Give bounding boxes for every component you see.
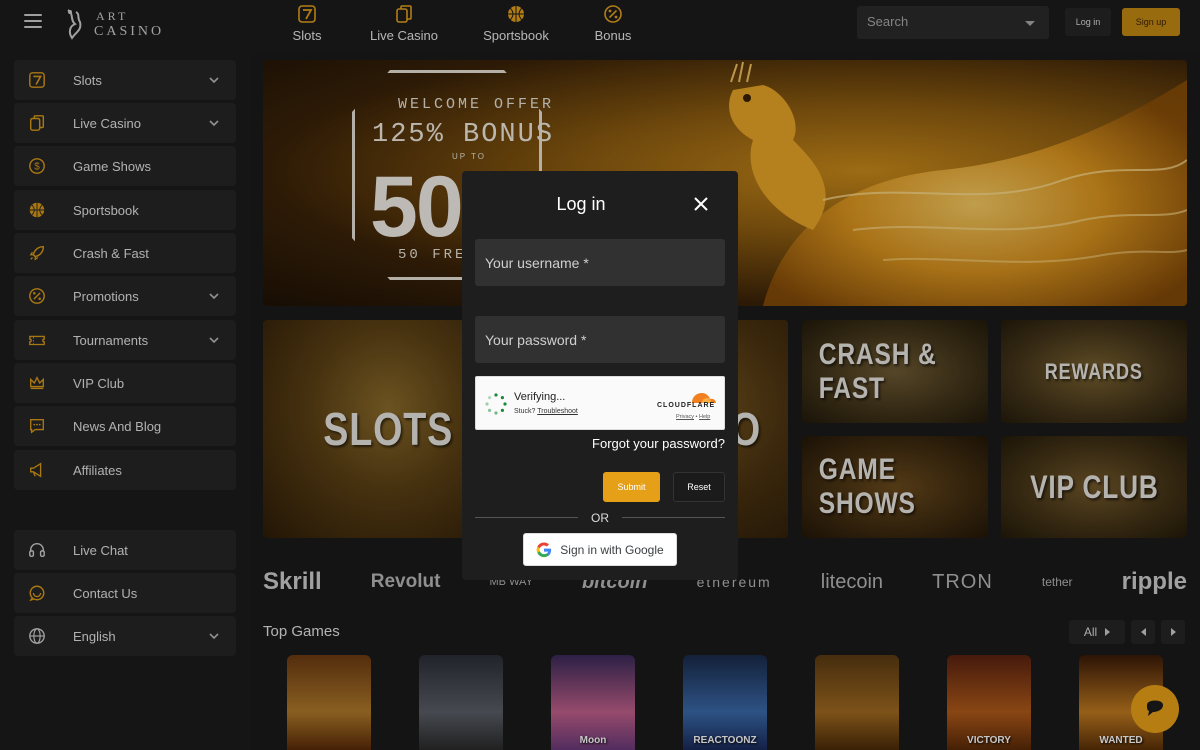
or-separator: OR [591,511,609,525]
google-icon [536,541,552,557]
captcha-help-link[interactable]: Help [699,414,710,420]
submit-button[interactable]: Submit [603,472,660,502]
close-icon[interactable] [692,195,710,213]
divider [622,517,725,518]
google-signin-button[interactable]: Sign in with Google [523,533,677,566]
login-modal: Log in Verifying... Stuck? Troubleshoot … [462,171,738,580]
cloudflare-brand: CLOUDFLARE [657,402,716,409]
google-signin-label: Sign in with Google [560,542,664,557]
cloudflare-captcha[interactable]: Verifying... Stuck? Troubleshoot CLOUDFL… [475,376,725,430]
modal-title: Log in [556,194,606,214]
forgot-password-link[interactable]: Forgot your password? [592,436,725,451]
username-field[interactable] [475,239,725,286]
captcha-troubleshoot-link[interactable]: Troubleshoot [537,408,578,415]
reset-button[interactable]: Reset [673,472,725,502]
captcha-privacy-link[interactable]: Privacy [676,414,694,420]
spinner-icon [485,393,507,415]
divider [475,517,578,518]
password-field[interactable] [475,316,725,363]
captcha-stuck-text: Stuck? [514,408,536,415]
captcha-status: Verifying... [514,391,566,403]
